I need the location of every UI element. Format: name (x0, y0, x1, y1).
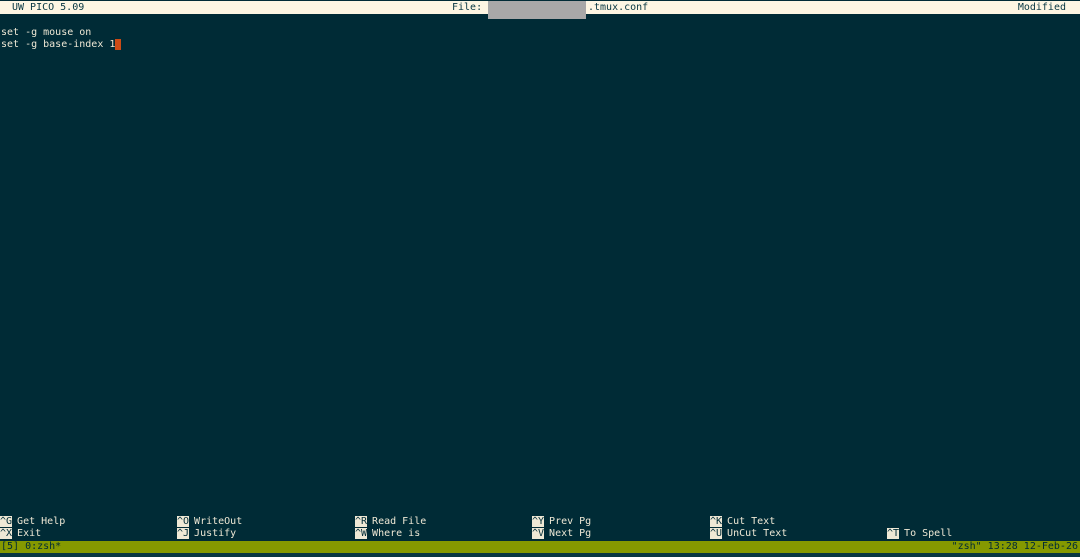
shortcut-label: UnCut Text (727, 528, 788, 539)
shortcut-key: ^O (177, 516, 190, 527)
shortcut-label: WriteOut (194, 516, 243, 527)
editor-line-1-text: set -g mouse on (1, 27, 92, 38)
shortcut-exit[interactable]: ^X Exit (0, 528, 41, 540)
shortcut-key: ^J (177, 528, 190, 539)
file-label: File: (452, 2, 483, 13)
shortcut-to-spell[interactable]: ^T To Spell (887, 528, 952, 540)
shortcut-key: ^T (887, 528, 900, 539)
shortcut-key: ^Y (532, 516, 545, 527)
file-name: .tmux.conf (588, 2, 649, 13)
shortcut-label: Exit (17, 528, 42, 539)
editor-line-1[interactable]: set -g mouse on (1, 27, 1079, 39)
tmux-status-right: "zsh" 13:28 12-Feb-26 (951, 541, 1078, 552)
editor-line-2[interactable]: set -g base-index 1 (1, 39, 1079, 51)
shortcut-cut-text[interactable]: ^K Cut Text (710, 516, 775, 528)
shortcut-where-is[interactable]: ^W Where is (355, 528, 420, 540)
tmux-status-bar: [5] 0:zsh* "zsh" 13:28 12-Feb-26 (0, 541, 1080, 553)
shortcut-next-page[interactable]: ^V Next Pg (532, 528, 591, 540)
modified-status: Modified (1017, 2, 1066, 13)
shortcut-label: Next Pg (549, 528, 592, 539)
editor-text-area[interactable]: set -g mouse on set -g base-index 1 (1, 27, 1079, 51)
shortcut-label: Justify (194, 528, 237, 539)
shortcut-key: ^W (355, 528, 368, 539)
text-cursor (115, 39, 122, 50)
shortcut-label: Get Help (17, 516, 66, 527)
shortcut-key: ^K (710, 516, 723, 527)
shortcut-key: ^R (355, 516, 368, 527)
redacted-path-block (488, 1, 586, 19)
app-name: UW PICO 5.09 (12, 2, 85, 13)
shortcut-justify[interactable]: ^J Justify (177, 528, 236, 540)
shortcut-get-help[interactable]: ^G Get Help (0, 516, 65, 528)
pico-title-bar: UW PICO 5.09 File: .tmux.conf Modified (0, 1, 1080, 19)
shortcut-label: Where is (372, 528, 421, 539)
shortcut-label: Cut Text (727, 516, 776, 527)
shortcut-label: Read File (372, 516, 427, 527)
shortcut-key: ^G (0, 516, 13, 527)
shortcut-writeout[interactable]: ^O WriteOut (177, 516, 242, 528)
terminal-bottom-edge (0, 553, 1080, 557)
shortcut-prev-page[interactable]: ^Y Prev Pg (532, 516, 591, 528)
shortcut-key: ^V (532, 528, 545, 539)
shortcut-key: ^U (710, 528, 723, 539)
help-shortcut-bar: ^G Get Help ^X Exit ^O WriteOut ^J Justify ^… (0, 516, 1080, 540)
shortcut-label: To Spell (904, 528, 953, 539)
shortcut-key: ^X (0, 528, 13, 539)
editor-line-2-text: set -g base-index 1 (1, 39, 116, 50)
shortcut-label: Prev Pg (549, 516, 592, 527)
shortcut-read-file[interactable]: ^R Read File (355, 516, 426, 528)
shortcut-uncut-text[interactable]: ^U UnCut Text (710, 528, 787, 540)
tmux-window-list[interactable]: [5] 0:zsh* (1, 541, 61, 553)
